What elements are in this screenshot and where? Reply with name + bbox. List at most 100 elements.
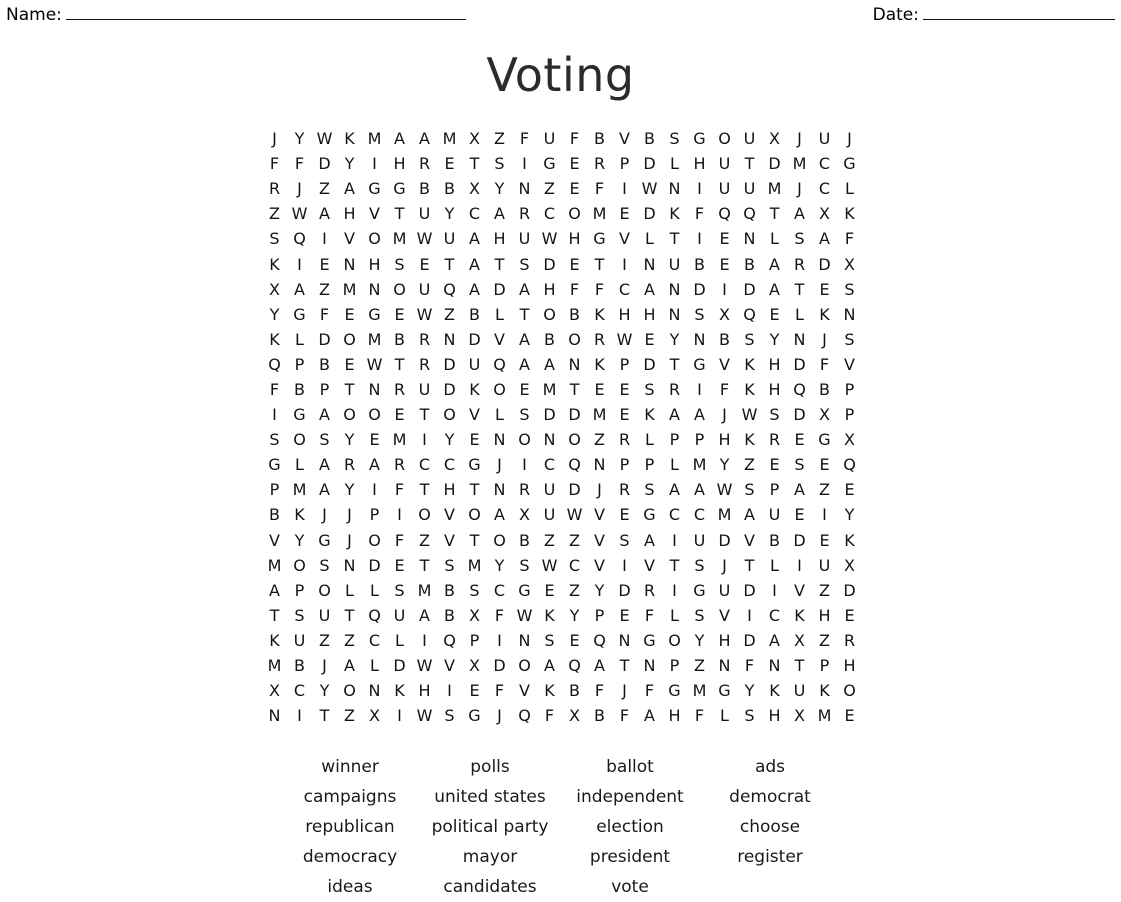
grid-cell[interactable]: L [762, 226, 787, 251]
grid-cell[interactable]: S [487, 151, 512, 176]
grid-cell[interactable]: S [437, 553, 462, 578]
grid-cell[interactable]: V [462, 402, 487, 427]
grid-cell[interactable]: E [612, 402, 637, 427]
grid-cell[interactable]: F [287, 151, 312, 176]
grid-cell[interactable]: T [412, 553, 437, 578]
grid-cell[interactable]: K [762, 678, 787, 703]
grid-cell[interactable]: B [412, 176, 437, 201]
grid-cell[interactable]: N [837, 302, 862, 327]
grid-cell[interactable]: S [387, 252, 412, 277]
grid-cell[interactable]: M [462, 553, 487, 578]
grid-cell[interactable]: S [737, 327, 762, 352]
grid-cell[interactable]: I [362, 477, 387, 502]
grid-cell[interactable]: Y [487, 176, 512, 201]
grid-cell[interactable]: T [662, 553, 687, 578]
grid-cell[interactable]: N [587, 452, 612, 477]
grid-cell[interactable]: P [837, 402, 862, 427]
word-bank-item[interactable]: united states [420, 782, 560, 812]
grid-cell[interactable]: D [387, 653, 412, 678]
grid-cell[interactable]: L [487, 402, 512, 427]
grid-cell[interactable]: U [412, 377, 437, 402]
grid-cell[interactable]: D [737, 578, 762, 603]
grid-cell[interactable]: B [312, 352, 337, 377]
grid-cell[interactable]: F [737, 653, 762, 678]
grid-cell[interactable]: M [262, 653, 287, 678]
grid-cell[interactable]: B [812, 377, 837, 402]
word-bank-item[interactable]: ideas [280, 872, 420, 902]
grid-cell[interactable]: M [287, 477, 312, 502]
grid-cell[interactable]: E [337, 302, 362, 327]
grid-cell[interactable]: D [437, 377, 462, 402]
grid-cell[interactable]: H [437, 477, 462, 502]
grid-cell[interactable]: D [487, 277, 512, 302]
grid-cell[interactable]: C [812, 176, 837, 201]
grid-cell[interactable]: S [262, 427, 287, 452]
grid-cell[interactable]: G [637, 628, 662, 653]
grid-cell[interactable]: F [637, 678, 662, 703]
grid-cell[interactable]: U [762, 502, 787, 527]
grid-cell[interactable]: X [262, 678, 287, 703]
grid-cell[interactable]: I [612, 252, 637, 277]
grid-cell[interactable]: T [337, 377, 362, 402]
grid-cell[interactable]: S [787, 452, 812, 477]
grid-cell[interactable]: J [787, 176, 812, 201]
grid-cell[interactable]: Z [562, 578, 587, 603]
word-bank-item[interactable]: president [560, 842, 700, 872]
grid-cell[interactable]: F [512, 126, 537, 151]
grid-cell[interactable]: T [412, 477, 437, 502]
grid-cell[interactable]: C [437, 452, 462, 477]
grid-cell[interactable]: K [737, 377, 762, 402]
grid-cell[interactable]: S [837, 277, 862, 302]
word-bank-item[interactable]: independent [560, 782, 700, 812]
grid-cell[interactable]: S [437, 703, 462, 728]
grid-cell[interactable]: S [312, 553, 337, 578]
grid-cell[interactable]: D [562, 402, 587, 427]
grid-cell[interactable]: Z [337, 628, 362, 653]
grid-cell[interactable]: G [312, 528, 337, 553]
grid-cell[interactable]: M [387, 226, 412, 251]
grid-cell[interactable]: D [537, 402, 562, 427]
grid-cell[interactable]: E [837, 603, 862, 628]
grid-cell[interactable]: A [762, 252, 787, 277]
grid-cell[interactable]: H [537, 277, 562, 302]
grid-cell[interactable]: X [462, 176, 487, 201]
grid-cell[interactable]: K [662, 201, 687, 226]
grid-cell[interactable]: X [837, 427, 862, 452]
grid-cell[interactable]: D [687, 277, 712, 302]
grid-cell[interactable]: T [337, 603, 362, 628]
grid-cell[interactable]: W [312, 126, 337, 151]
grid-cell[interactable]: V [587, 528, 612, 553]
grid-cell[interactable]: B [387, 327, 412, 352]
grid-cell[interactable]: B [587, 703, 612, 728]
grid-cell[interactable]: K [737, 427, 762, 452]
grid-cell[interactable]: R [612, 477, 637, 502]
grid-cell[interactable]: X [812, 402, 837, 427]
grid-cell[interactable]: W [612, 327, 637, 352]
grid-cell[interactable]: Y [287, 528, 312, 553]
grid-cell[interactable]: T [312, 703, 337, 728]
grid-cell[interactable]: J [337, 528, 362, 553]
grid-cell[interactable]: A [787, 201, 812, 226]
grid-cell[interactable]: L [387, 628, 412, 653]
grid-cell[interactable]: P [837, 377, 862, 402]
grid-cell[interactable]: F [637, 603, 662, 628]
grid-cell[interactable]: I [762, 578, 787, 603]
grid-cell[interactable]: O [412, 502, 437, 527]
grid-cell[interactable]: L [712, 703, 737, 728]
grid-cell[interactable]: G [462, 452, 487, 477]
grid-cell[interactable]: U [662, 252, 687, 277]
grid-cell[interactable]: P [587, 603, 612, 628]
grid-cell[interactable]: S [637, 377, 662, 402]
grid-cell[interactable]: E [812, 277, 837, 302]
grid-cell[interactable]: K [387, 678, 412, 703]
grid-cell[interactable]: V [837, 352, 862, 377]
grid-cell[interactable]: W [412, 703, 437, 728]
grid-cell[interactable]: O [837, 678, 862, 703]
grid-cell[interactable]: B [562, 302, 587, 327]
grid-cell[interactable]: N [337, 252, 362, 277]
grid-cell[interactable]: K [587, 352, 612, 377]
word-bank-item[interactable]: candidates [420, 872, 560, 902]
grid-cell[interactable]: R [412, 151, 437, 176]
word-bank-item[interactable]: ads [700, 752, 840, 782]
grid-cell[interactable]: K [837, 528, 862, 553]
